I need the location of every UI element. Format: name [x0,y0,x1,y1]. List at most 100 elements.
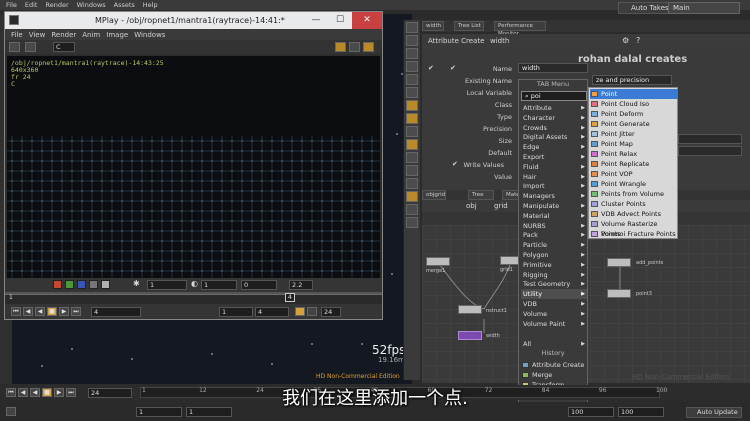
mplay-menu-image[interactable]: Image [106,31,128,39]
tab-menu-item[interactable]: Particle ▶ [521,240,587,250]
default-field[interactable] [678,146,742,156]
tab-menu-item[interactable]: NURBS ▶ [521,221,587,231]
tab-menu-item[interactable]: Polygon ▶ [521,250,587,260]
size-field[interactable] [678,134,742,144]
shading-tool-icon[interactable] [406,113,418,124]
tab-menu-item[interactable]: Volume Paint ▶ [521,319,587,329]
tab-menu-item[interactable]: Edge ▶ [521,142,587,152]
menu-file[interactable]: File [6,1,17,9]
node-point3[interactable] [607,289,631,298]
node-add-points[interactable] [607,258,631,267]
light-tool-icon[interactable] [406,139,418,150]
tab-menu-item[interactable]: Import ▶ [521,181,587,191]
submenu-item[interactable]: Point Cloud Iso [590,99,678,109]
display-tool-icon[interactable] [406,61,418,72]
edge-tool-icon[interactable] [406,87,418,98]
green-channel-swatch[interactable] [65,280,74,289]
tab-menu-item[interactable]: Attribute ▶ [521,103,587,113]
mplay-menu-windows[interactable]: Windows [134,31,165,39]
snapshot-icon[interactable] [335,42,346,52]
tab-menu-item[interactable]: Test Geometry ▶ [521,279,587,289]
render-tool-icon[interactable] [406,191,418,202]
submenu-item[interactable]: Points from Volume [590,189,678,199]
help-icon[interactable]: ? [636,36,640,45]
mplay-menu-anim[interactable]: Anim [82,31,100,39]
render-image[interactable]: /obj/ropnet1/mantra1(raytrace)-14:43:25 … [7,56,380,278]
primitive-tool-icon[interactable] [406,100,418,111]
node-width[interactable] [458,331,482,340]
tab-menu-item[interactable]: All ▶ [521,339,587,349]
compare-icon[interactable] [349,42,360,52]
field-a[interactable]: 1 [147,280,187,290]
camera-tool-icon[interactable] [406,126,418,137]
tab-menu-item[interactable]: Character ▶ [521,113,587,123]
step-back-icon[interactable]: ◀ [23,307,33,316]
alpha-channel-swatch[interactable] [89,280,98,289]
maximize-icon[interactable]: ☐ [328,12,352,29]
history-item[interactable]: Attribute Create [521,360,587,370]
tab-menu-item[interactable]: Pack ▶ [521,230,587,240]
menu-windows[interactable]: Windows [77,1,106,9]
attribute-checkbox[interactable]: ✔ [450,64,456,72]
submenu-item[interactable]: Point Replicate [590,159,678,169]
view-tool-icon[interactable] [406,35,418,46]
submenu-item[interactable]: Point Wrangle [590,179,678,189]
field-c[interactable]: 0 [241,280,277,290]
visibility-tool-icon[interactable] [406,178,418,189]
submenu-item[interactable]: Point Generate [590,119,678,129]
submenu-item[interactable]: Point VOP [590,169,678,179]
mplay-menu-render[interactable]: Render [51,31,76,39]
tab-menu-item[interactable]: Manipulate ▶ [521,201,587,211]
submenu-item[interactable]: Point Jitter [590,129,678,139]
loop-icon[interactable] [307,307,317,316]
range-start-field[interactable]: 1 [219,307,253,317]
mplay-timeline[interactable]: 1 4 [5,292,382,304]
point-tool-icon[interactable] [406,74,418,85]
tab-menu-item[interactable]: Hair ▶ [521,172,587,182]
last-frame-icon[interactable]: ⏭ [71,307,81,316]
tab-menu-item[interactable]: Managers ▶ [521,191,587,201]
write-values-checkbox[interactable]: ✔ [452,160,458,168]
tab-width[interactable]: width [422,21,444,31]
luminance-swatch[interactable] [101,280,110,289]
settings-icon[interactable] [363,42,374,52]
submenu-item[interactable]: Point Deform [590,109,678,119]
stop-icon[interactable]: ■ [47,307,57,316]
submenu-item[interactable]: Point [590,89,678,99]
node-merge1[interactable] [426,257,450,266]
zoom-icon[interactable] [25,42,36,52]
blue-channel-swatch[interactable] [77,280,86,289]
field-b[interactable]: 1 [201,280,237,290]
pin-icon[interactable] [9,42,20,52]
close-icon[interactable]: ✕ [352,12,382,29]
menu-render[interactable]: Render [45,1,68,9]
snap-tool-icon[interactable] [406,48,418,59]
tab-objgrid[interactable]: objgrid [422,190,446,200]
play-back-icon[interactable]: ◀ [35,307,45,316]
node-nstruct1[interactable] [458,305,482,314]
handle-tool-icon[interactable] [406,204,418,215]
submenu-item[interactable]: Cluster Points [590,199,678,209]
auto-takes-toggle[interactable]: Auto Takes [618,2,674,14]
tab-menu-item[interactable]: VDB ▶ [521,299,587,309]
tab-menu-item[interactable]: Utility ▶ [521,289,587,300]
gamma-icon[interactable]: ✱ [133,279,140,288]
red-channel-swatch[interactable] [53,280,62,289]
path-obj[interactable]: obj [466,202,477,210]
first-frame-icon[interactable]: ⏮ [11,307,21,316]
existing-name-field[interactable]: ze and precision [592,75,672,85]
frame-marker[interactable]: 4 [285,293,295,302]
tab-tree-list[interactable]: Tree List [454,21,484,31]
submenu-item[interactable]: Volume Rasterize Points [590,219,678,238]
tab-tree-view[interactable]: Tree View [468,190,494,206]
history-item[interactable]: Merge [521,370,587,380]
gear-icon[interactable]: ⚙ [622,36,629,45]
submenu-item[interactable]: Point Relax [590,149,678,159]
layout-tool-icon[interactable] [406,217,418,228]
tab-menu-item[interactable]: Fluid ▶ [521,162,587,172]
realtime-icon[interactable] [295,307,305,316]
tab-performance-monitor[interactable]: Performance Monitor [494,21,546,37]
submenu-item[interactable]: Voronoi Fracture Points [590,229,678,239]
menu-assets[interactable]: Assets [114,1,135,9]
menu-edit[interactable]: Edit [25,1,38,9]
